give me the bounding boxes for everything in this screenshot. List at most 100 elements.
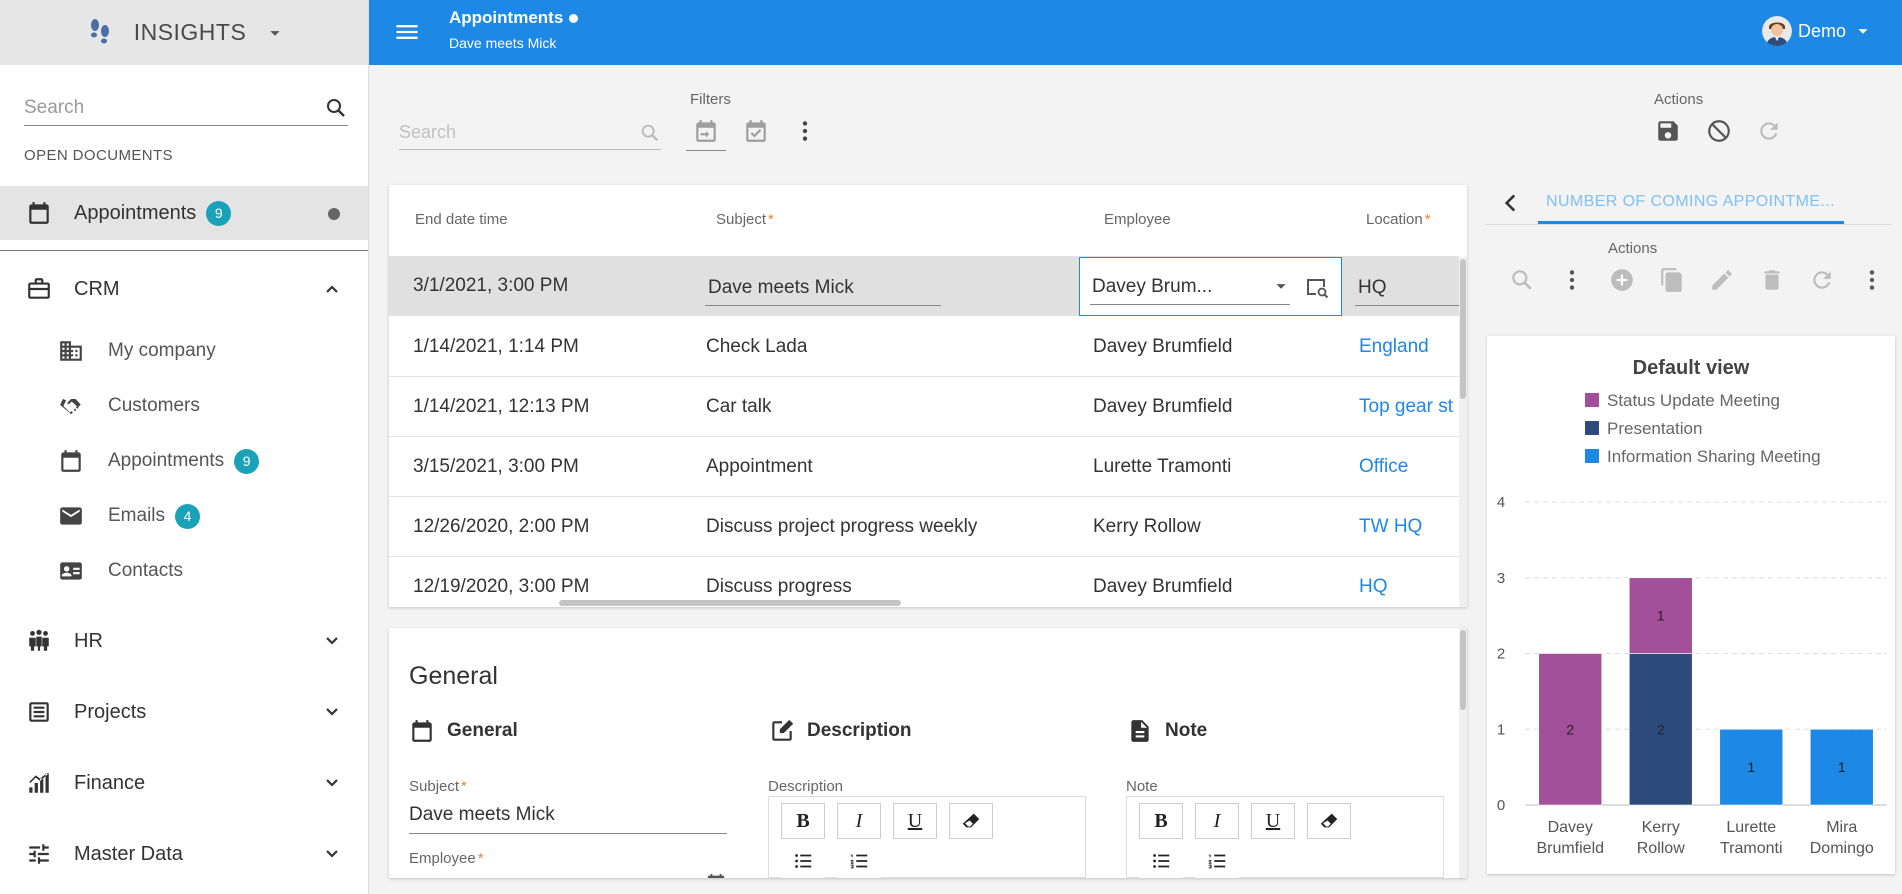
required-marker: * xyxy=(461,778,467,795)
table-row[interactable]: 1/14/2021, 1:14 PM Check Lada Davey Brum… xyxy=(389,317,1459,377)
column-header-employee[interactable]: Employee xyxy=(1104,211,1173,228)
cell-end-date: 3/1/2021, 3:00 PM xyxy=(413,275,569,296)
sidebar-item-my-company[interactable]: My company xyxy=(58,328,368,374)
cell-end-date: 12/26/2020, 2:00 PM xyxy=(413,516,590,537)
chevron-down-icon[interactable] xyxy=(320,629,344,653)
panel-add-button[interactable] xyxy=(1604,262,1640,298)
lookup-search-icon[interactable] xyxy=(1304,274,1330,300)
clear-format-button[interactable] xyxy=(1307,803,1351,839)
calendar-check-icon xyxy=(743,118,769,144)
table-row[interactable]: 12/19/2020, 3:00 PM Discuss progress Dav… xyxy=(389,557,1459,607)
panel-delete-button[interactable] xyxy=(1754,262,1790,298)
location-edit-input[interactable]: HQ xyxy=(1355,268,1459,306)
chevron-up-icon[interactable] xyxy=(320,277,344,301)
numbered-list-button[interactable] xyxy=(1195,843,1239,878)
bar-chart-icon xyxy=(26,770,52,796)
search-icon[interactable] xyxy=(324,96,348,120)
panel-more-button[interactable] xyxy=(1554,262,1590,298)
back-arrow-icon[interactable] xyxy=(1498,190,1524,216)
table-row-selected[interactable]: 3/1/2021, 3:00 PM Dave meets Mick Davey … xyxy=(389,256,1459,316)
sidebar-item-label: Emails xyxy=(108,505,166,526)
x-tick-label: Rollow xyxy=(1637,840,1685,857)
sidebar-item-contacts[interactable]: Contacts xyxy=(58,548,368,594)
note-editor[interactable]: B I U xyxy=(1126,796,1444,878)
sidebar-item-appointments[interactable]: Appointments 9 xyxy=(58,438,368,484)
sidebar-group-master-data[interactable]: Master Data xyxy=(0,829,368,879)
block-icon xyxy=(1706,118,1732,144)
clear-format-button[interactable] xyxy=(949,803,993,839)
date-check-filter-button[interactable] xyxy=(738,113,774,149)
table-row[interactable]: 12/26/2020, 2:00 PM Discuss project prog… xyxy=(389,497,1459,557)
panel-refresh-button[interactable] xyxy=(1804,262,1840,298)
scrollbar-thumb[interactable] xyxy=(1460,259,1466,399)
bold-button[interactable]: B xyxy=(781,803,825,839)
subject-field[interactable]: Dave meets Mick xyxy=(409,800,727,834)
save-button[interactable] xyxy=(1650,113,1686,149)
table-row[interactable]: 1/14/2021, 12:13 PM Car talk Davey Brumf… xyxy=(389,377,1459,437)
sidebar-group-hr[interactable]: HR xyxy=(0,616,368,666)
sidebar-group-projects[interactable]: Projects xyxy=(0,687,368,737)
grid-vertical-scrollbar[interactable] xyxy=(1459,257,1467,607)
edit-note-icon xyxy=(769,718,795,744)
bullet-list-button[interactable] xyxy=(781,843,825,878)
chevron-down-icon[interactable] xyxy=(320,842,344,866)
sidebar-group-crm[interactable]: CRM xyxy=(0,264,368,314)
dropdown-arrow-icon[interactable] xyxy=(1270,275,1292,297)
section-general-header: General xyxy=(409,718,518,744)
underline-button[interactable]: U xyxy=(893,803,937,839)
employee-field-label: Employee * xyxy=(409,850,484,867)
grid-search-input[interactable] xyxy=(399,122,639,143)
scrollbar-thumb[interactable] xyxy=(1460,630,1466,710)
cell-location-link[interactable]: TW HQ xyxy=(1359,516,1459,538)
panel-copy-button[interactable] xyxy=(1654,262,1690,298)
column-header-subject[interactable]: Subject * xyxy=(716,211,774,228)
subject-edit-input[interactable]: Dave meets Mick xyxy=(705,268,941,306)
numbered-list-button[interactable] xyxy=(837,843,881,878)
calendar-icon[interactable] xyxy=(705,872,727,878)
employee-edit-combobox[interactable]: Davey Brum... xyxy=(1079,257,1342,316)
underline-button[interactable]: U xyxy=(1251,803,1295,839)
table-row[interactable]: 3/15/2021, 3:00 PM Appointment Lurette T… xyxy=(389,437,1459,497)
date-range-filter-button[interactable] xyxy=(688,113,724,149)
sidebar-item-emails[interactable]: Emails 4 xyxy=(58,493,368,539)
column-header-end[interactable]: End date time xyxy=(415,211,510,228)
chevron-down-icon[interactable] xyxy=(320,771,344,795)
filters-label: Filters xyxy=(690,91,731,108)
calendar-icon xyxy=(409,718,435,744)
open-document-appointments[interactable]: Appointments 9 xyxy=(0,186,368,240)
column-header-label: Employee xyxy=(1104,211,1171,228)
grid-horizontal-scrollbar[interactable] xyxy=(559,600,901,606)
user-menu[interactable]: Demo xyxy=(1761,16,1874,46)
sidebar-group-finance[interactable]: Finance xyxy=(0,758,368,808)
form-vertical-scrollbar[interactable] xyxy=(1459,628,1467,878)
document-icon xyxy=(1127,718,1153,744)
column-header-location[interactable]: Location * xyxy=(1366,211,1431,228)
cell-location-link[interactable]: England xyxy=(1359,336,1459,358)
search-icon[interactable] xyxy=(639,122,661,144)
panel-search-button[interactable] xyxy=(1504,262,1540,298)
panel-edit-button[interactable] xyxy=(1704,262,1740,298)
sidebar-item-customers[interactable]: Customers xyxy=(58,383,368,429)
panel-overflow-button[interactable] xyxy=(1854,262,1890,298)
hamburger-menu-icon[interactable] xyxy=(393,18,421,46)
caret-down-icon[interactable] xyxy=(264,22,286,44)
cell-location-link[interactable]: HQ xyxy=(1359,576,1459,598)
unsaved-dot[interactable] xyxy=(328,208,340,220)
bullet-list-button[interactable] xyxy=(1139,843,1183,878)
cell-location-link[interactable]: Top gear st xyxy=(1359,396,1459,418)
italic-button[interactable]: I xyxy=(1195,803,1239,839)
sidebar-search-input[interactable] xyxy=(24,96,324,119)
filter-more-button[interactable] xyxy=(787,113,823,149)
tab-coming-appointments[interactable]: NUMBER OF COMING APPOINTME... xyxy=(1546,193,1835,211)
sidebar-search xyxy=(24,90,348,126)
italic-button[interactable]: I xyxy=(837,803,881,839)
cancel-button[interactable] xyxy=(1701,113,1737,149)
description-editor[interactable]: B I U xyxy=(768,796,1086,878)
open-documents-title: OPEN DOCUMENTS xyxy=(24,147,173,164)
chevron-down-icon[interactable] xyxy=(320,700,344,724)
x-tick-label: Tramonti xyxy=(1720,840,1783,857)
refresh-button[interactable] xyxy=(1751,113,1787,149)
bold-button[interactable]: B xyxy=(1139,803,1183,839)
brand-header[interactable]: INSIGHTS xyxy=(0,0,368,65)
cell-location-link[interactable]: Office xyxy=(1359,456,1459,478)
